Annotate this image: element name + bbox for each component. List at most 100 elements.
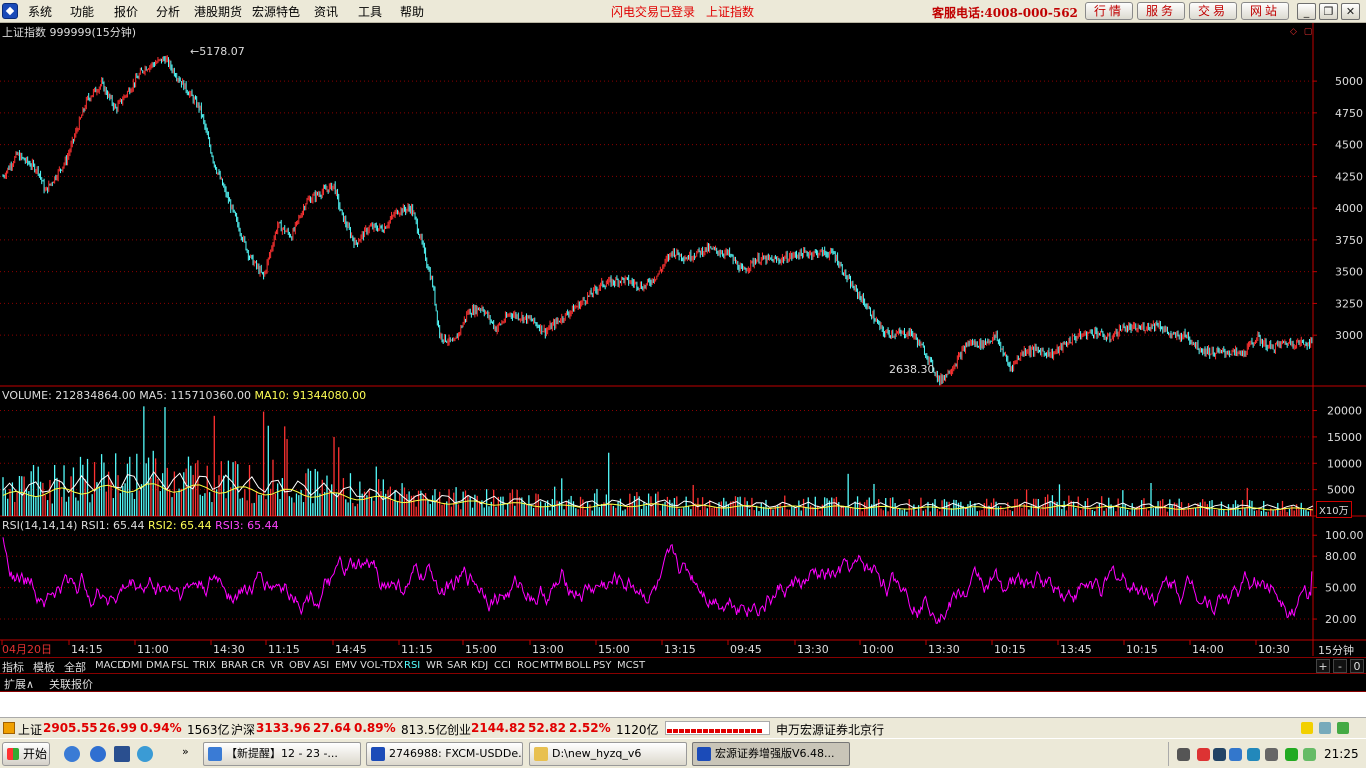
messenger-icon[interactable] [1285,748,1298,761]
trade-button[interactable]: 交易 [1189,2,1237,20]
menu-help[interactable]: 帮助 [400,3,424,20]
rsi2-value: RSI2: 65.44 [148,519,212,532]
indicator-tab-0[interactable]: 指标 [2,659,24,675]
network-icon[interactable] [1319,722,1331,734]
task-hongyuan[interactable]: 宏源证券增强版V6.48... [692,742,850,766]
restore-icon[interactable]: ❐ [1319,3,1338,20]
sound-icon[interactable] [1337,722,1349,734]
cy-value: 2144.82 [471,721,526,735]
task-folder[interactable]: D:\new_hyzq_v6 [529,742,687,766]
close-icon[interactable]: ✕ [1341,3,1360,20]
indicator-roc[interactable]: ROC [517,660,539,671]
folder-icon [534,747,548,761]
indicator-dma[interactable]: DMA [146,660,169,671]
indicator-tab-1[interactable]: 模板 [33,659,55,675]
overflow-chevron-icon[interactable]: » [182,745,189,758]
volume-icon[interactable] [1265,748,1278,761]
ie-icon[interactable] [90,746,106,762]
indicator-macd[interactable]: MACD [95,660,125,671]
indicator-emv[interactable]: EMV [335,660,357,671]
indicator-mtm[interactable]: MTM [540,660,563,671]
ie2-icon[interactable] [137,746,153,762]
ime-icon[interactable] [1213,748,1226,761]
volume-tick-label: 20000 [1327,405,1362,418]
indicator-brar[interactable]: BRAR [221,660,248,671]
volume-panel-title: VOLUME: 212834864.00 MA5: 115710360.00 M… [2,389,366,403]
network-icon[interactable] [1303,748,1316,761]
indicator-trix[interactable]: TRIX [193,660,216,671]
menu-system[interactable]: 系统 [28,3,52,20]
menu-quotes[interactable]: 报价 [114,3,138,20]
rsi1-value: RSI1: 65.44 [80,519,145,532]
indicator-wr[interactable]: WR [426,660,443,671]
zoom-out-button[interactable]: - [1333,659,1347,673]
expand-toggle[interactable]: 扩展∧ [4,676,34,692]
related-quotes-tab[interactable]: 关联报价 [49,676,93,692]
zoom-in-button[interactable]: + [1316,659,1330,673]
menu-hk-futures[interactable]: 港股期货 [194,3,242,20]
trade-login-status[interactable]: 闪电交易已登录 [611,3,695,20]
shield-icon[interactable] [1229,748,1242,761]
chart-area[interactable]: 5000 4750 4500 4250 4000 3750 3500 3250 3000 2000… [0,23,1366,657]
indicator-asi[interactable]: ASI [313,660,329,671]
panel-corner-icons[interactable]: ◇ ▢ [1290,27,1314,37]
cy-amount: 1120亿 [616,723,659,737]
indicator-sar[interactable]: SAR [447,660,467,671]
indicator-dmi[interactable]: DMI [123,660,142,671]
indicator-mcst[interactable]: MCST [617,660,645,671]
browser-icon[interactable] [64,746,80,762]
time-tick-label: 13:30 [797,643,829,656]
rsi-tick-label: 50.00 [1325,582,1357,595]
rsi-tick-label: 100.00 [1325,529,1364,542]
indicator-cci[interactable]: CCI [494,660,511,671]
status-bar: 上证 2905.55 26.99 0.94% 1563亿 沪深 3133.96 … [0,717,1366,738]
indicator-fsl[interactable]: FSL [171,660,189,671]
time-tick-label: 15:00 [465,643,497,656]
indicator-vol-tdx[interactable]: VOL-TDX [360,660,403,671]
indicator-psy[interactable]: PSY [593,660,612,671]
chart-canvas[interactable]: 5000 4750 4500 4250 4000 3750 3500 3250 3000 2000… [0,23,1366,656]
keyboard-icon[interactable] [1177,748,1190,761]
time-tick-label: 10:00 [862,643,894,656]
time-tick-label: 14:00 [1192,643,1224,656]
app-logo-icon[interactable] [2,3,18,19]
menu-hongyuan[interactable]: 宏源特色 [252,3,300,20]
time-tick-label: 13:45 [1060,643,1092,656]
volume-ma10: MA10: 91344080.00 [254,389,367,402]
indicator-vr[interactable]: VR [270,660,284,671]
hs-percent: 0.89% [354,721,396,735]
taskbar: 开始 » 【新提醒】12 - 23 -... 2746988: FXCM-USD… [0,738,1366,768]
indicator-tab-2[interactable]: 全部 [64,659,86,675]
high-price-label: ←5178.07 [190,45,245,58]
menu-function[interactable]: 功能 [70,3,94,20]
start-button[interactable]: 开始 [2,742,50,766]
indicator-rsi[interactable]: RSI [404,660,420,671]
indicator-kdj[interactable]: KDJ [471,660,488,671]
task-fxcm[interactable]: 2746988: FXCM-USDDe... [366,742,523,766]
task-reminder[interactable]: 【新提醒】12 - 23 -... [203,742,361,766]
security-icon[interactable] [1247,748,1260,761]
rsi-params: RSI(14,14,14) [2,519,78,532]
market-button[interactable]: 行情 [1085,2,1133,20]
indicator-boll[interactable]: BOLL [565,660,591,671]
menu-analysis[interactable]: 分析 [156,3,180,20]
sh-percent: 0.94% [140,721,182,735]
minimize-icon[interactable]: _ [1297,3,1316,20]
lock-icon[interactable] [1301,722,1313,734]
volume-value: VOLUME: 212834864.00 [2,389,136,402]
indicator-cr[interactable]: CR [251,660,265,671]
task-label: 2746988: FXCM-USDDe... [389,747,523,760]
flag-icon[interactable] [1197,748,1210,761]
reset-button[interactable]: 0 [1350,659,1364,673]
indicator-obv[interactable]: OBV [289,660,310,671]
menu-tools[interactable]: 工具 [358,3,382,20]
volume-bars [2,406,1312,516]
website-button[interactable]: 网站 [1241,2,1289,20]
quote-icon[interactable] [3,722,15,734]
sh-amount: 1563亿 [187,723,230,737]
desktop-icon[interactable] [114,746,130,762]
menu-news[interactable]: 资讯 [314,3,338,20]
service-button[interactable]: 服务 [1137,2,1185,20]
cy-percent: 2.52% [569,721,611,735]
hs-name: 沪深 [231,723,256,737]
